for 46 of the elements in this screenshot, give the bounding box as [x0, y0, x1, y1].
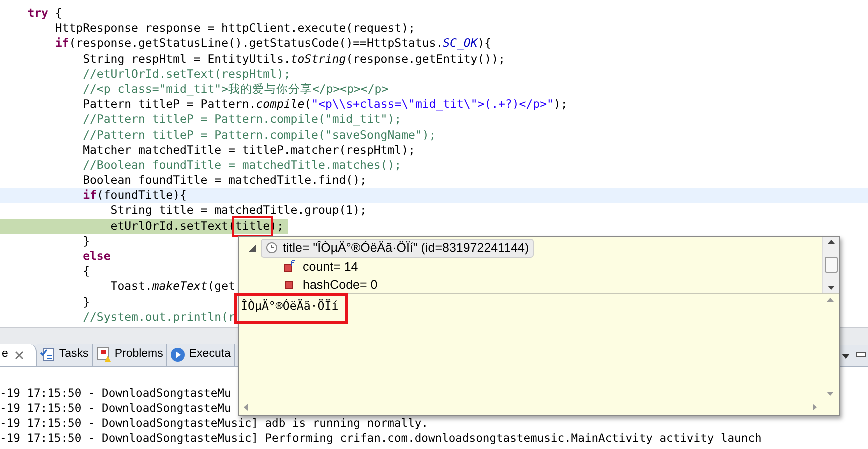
scroll-up-icon[interactable] — [828, 240, 834, 244]
console-line: -19 17:15:50 - DownloadSongtasteMusic] Performing crifan.com.downloadsongtastemusic.MainActivity activity launch — [0, 431, 762, 446]
code-line: if(foundTitle){ — [82, 188, 187, 204]
tree-item[interactable]: count= 14 — [283, 258, 362, 276]
code-line: if(response.getStatusLine().getStatusCode()==HttpStatus.SC_OK){ — [54, 36, 492, 52]
problems-icon — [96, 347, 112, 363]
code-line: Matcher matchedTitle = titleP.matcher(respHtml); — [82, 142, 416, 158]
code-line: //Pattern titleP = Pattern.compile("saveSongName"); — [82, 128, 436, 143]
code-line: try { — [26, 6, 62, 22]
code-line: Boolean foundTitle = matchedTitle.find(); — [82, 173, 367, 188]
code-line: //etUrlOrId.setText(respHtml); — [82, 66, 291, 82]
code-line: Pattern titleP = Pattern.compile("<p\\s+class=\"mid_tit\">(.+?)</p>"); — [82, 97, 568, 112]
console-line: -19 17:15:50 - DownloadSongtasteMusic] adb is running normally. — [0, 416, 428, 431]
value-detail-text: ÎÒµÄ°®ÓëÄã·ÖÏí — [241, 299, 339, 313]
code-line: //Boolean foundTitle = matchedTitle.matches(); — [82, 158, 402, 174]
final-field-icon — [283, 260, 297, 274]
code-line: } — [82, 234, 90, 249]
scroll-down-icon[interactable] — [828, 286, 834, 290]
code-line: } — [82, 294, 90, 310]
close-icon[interactable] — [15, 350, 24, 360]
code-line: //<p class="mid_tit">我的爱与你分享</p><p></p> — [82, 82, 389, 98]
code-line: //Pattern titleP = Pattern.compile("mid_tit"); — [82, 112, 402, 128]
code-line: String respHtml = EntityUtils.toString(response.getEntity()); — [82, 52, 506, 67]
console-line: -19 17:15:50 - DownloadSongtasteMu — [0, 386, 232, 401]
expand-arrow-icon[interactable] — [249, 244, 256, 252]
code-line: { — [82, 264, 90, 280]
panel-tab[interactable]: Executa — [167, 344, 235, 366]
code-line: else — [82, 249, 111, 264]
clock-icon — [266, 242, 278, 254]
dropdown-icon[interactable] — [842, 354, 850, 360]
scroll-right-icon[interactable] — [813, 404, 817, 411]
scroll-left-icon[interactable] — [244, 404, 248, 411]
code-line: //System.out.println(r — [82, 310, 236, 325]
minimize-icon[interactable] — [856, 352, 866, 358]
tree-item[interactable]: title= "ÎÒµÄ°®ÓëÄã·ÖÏí" (id=831972241144) — [261, 238, 534, 258]
tree-item[interactable]: hashCode= 0 — [283, 276, 382, 293]
panel-tab[interactable]: e — [0, 344, 38, 366]
checklist-icon — [40, 347, 56, 363]
code-line: String title = matchedTitle.group(1); — [110, 203, 367, 219]
scrollbar[interactable] — [822, 237, 839, 293]
console-line: -19 17:15:50 - DownloadSongtasteMu — [0, 401, 232, 416]
code-line: Toast.makeText(get — [110, 279, 236, 295]
play-icon — [170, 347, 186, 363]
panel-tab[interactable]: Tasks — [37, 344, 93, 366]
code-line: HttpResponse response = httpClient.execute(request); — [54, 21, 416, 36]
panel-tab[interactable]: Problems — [92, 344, 168, 366]
